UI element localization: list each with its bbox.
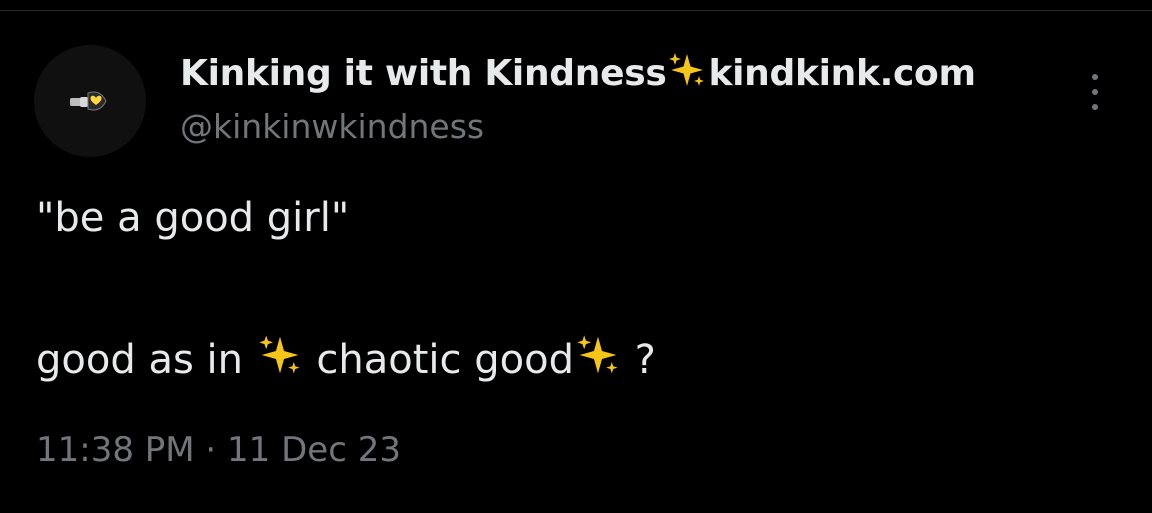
tweet-text-line-1: "be a good girl" bbox=[36, 195, 350, 241]
more-dot bbox=[1092, 89, 1098, 95]
display-name-text: Kinking it with Kindness bbox=[180, 53, 667, 94]
sparkles-icon bbox=[667, 50, 707, 102]
more-dot bbox=[1092, 74, 1098, 80]
tweet-text-fragment: good as in bbox=[36, 337, 256, 383]
display-name-website: kindkink.com bbox=[708, 53, 976, 94]
sparkles-icon bbox=[575, 332, 621, 390]
tweet-timestamp[interactable]: 11:38 PM · 11 Dec 23 bbox=[36, 428, 401, 472]
more-dot bbox=[1092, 104, 1098, 110]
author-display-name[interactable]: Kinking it with Kindness kindkink.com bbox=[180, 50, 976, 102]
top-divider bbox=[0, 10, 1152, 11]
tweet-text-fragment: chaotic good bbox=[303, 337, 574, 383]
tweet-text-line-2: good as in chaotic good ? bbox=[36, 332, 656, 390]
tweet-text-fragment: ? bbox=[621, 337, 656, 383]
lightbulb-heart-icon bbox=[34, 45, 146, 157]
sparkles-icon bbox=[257, 332, 303, 390]
avatar[interactable] bbox=[34, 45, 146, 157]
author-handle[interactable]: @kinkinwkindness bbox=[180, 106, 484, 148]
more-options-icon[interactable] bbox=[1084, 74, 1106, 110]
